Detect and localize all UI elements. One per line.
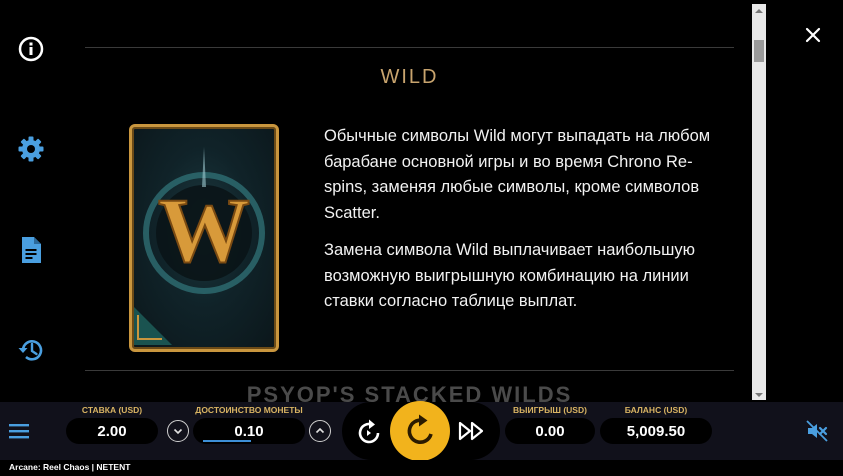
divider (85, 47, 734, 48)
sidebar (0, 0, 62, 402)
chevron-down-icon (755, 393, 763, 397)
chevron-down-icon (173, 428, 183, 435)
fast-forward-icon (458, 421, 484, 441)
gear-icon (18, 136, 44, 162)
next-section-title: PSYOP'S STACKED WILDS (246, 382, 573, 402)
game-control-bar: СТАВКА (USD) 2.00 ДОСТОИНСТВО МОНЕТЫ 0.1… (0, 401, 843, 461)
game-footer: Arcane: Reel Chaos | NETENT (0, 460, 843, 476)
coin-value-label: ДОСТОИНСТВО МОНЕТЫ (195, 405, 303, 415)
bet-label: СТАВКА (USD) (81, 405, 143, 415)
section-title: WILD (380, 66, 439, 88)
wild-symbol-art: W (134, 147, 265, 345)
spin-button[interactable] (390, 401, 450, 461)
settings-button[interactable] (14, 132, 48, 166)
scroll-up-button[interactable] (752, 4, 766, 16)
close-button[interactable] (800, 22, 826, 48)
autoplay-icon (358, 419, 380, 444)
turbo-button[interactable] (457, 420, 487, 442)
hamburger-icon (9, 424, 29, 439)
coin-value-indicator (203, 440, 251, 442)
paytable-button[interactable] (14, 233, 48, 267)
wild-letter: W (158, 179, 250, 281)
sound-toggle-button[interactable] (806, 420, 828, 442)
win-label: ВЫИГРЫШ (USD) (513, 405, 587, 415)
bet-value[interactable]: 2.00 (66, 418, 158, 444)
paytable-panel: WILD W Обычные символы Wild могут выпада… (85, 0, 734, 402)
spin-icon (407, 414, 433, 444)
history-button[interactable] (14, 333, 48, 367)
chevron-up-icon (755, 9, 763, 13)
wild-symbol-image: W (129, 124, 279, 352)
balance-label: БАЛАНС (USD) (624, 405, 688, 415)
speaker-muted-icon (806, 420, 828, 442)
divider (85, 370, 734, 371)
info-button[interactable] (14, 32, 48, 66)
coin-decrease-button[interactable] (167, 420, 189, 442)
menu-button[interactable] (9, 422, 31, 440)
document-icon (22, 237, 41, 263)
scrollbar-thumb[interactable] (754, 40, 764, 62)
description-paragraph-2: Замена символа Wild выплачивает наибольш… (324, 241, 695, 310)
close-icon (805, 27, 821, 43)
autoplay-button[interactable] (356, 416, 384, 446)
wild-description: Обычные символы Wild могут выпадать на л… (324, 124, 724, 327)
scroll-down-button[interactable] (752, 388, 766, 400)
history-icon (18, 340, 43, 361)
description-paragraph-1: Обычные символы Wild могут выпадать на л… (324, 127, 711, 222)
scrollbar-track[interactable] (752, 4, 766, 400)
info-icon (18, 36, 44, 62)
win-value: 0.00 (505, 418, 595, 444)
chevron-up-icon (315, 427, 325, 434)
balance-value: 5,009.50 (600, 418, 712, 444)
coin-increase-button[interactable] (309, 420, 331, 442)
